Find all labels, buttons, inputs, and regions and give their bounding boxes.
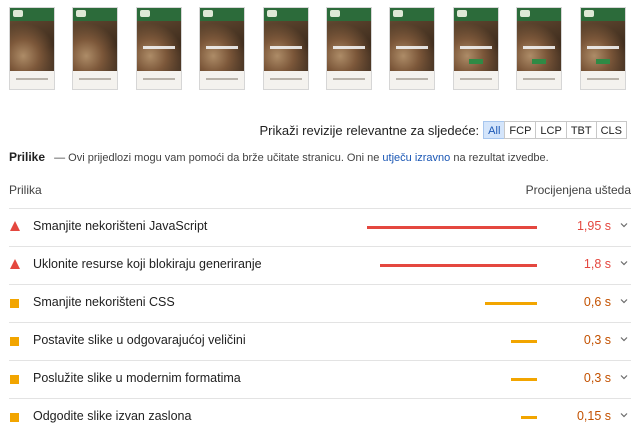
savings-bar xyxy=(521,416,537,419)
frame-logo xyxy=(13,10,23,17)
filmstrip-frame xyxy=(579,7,626,90)
filter-label: Prikaži revizije relevantne za sljedeće: xyxy=(259,122,480,138)
savings-value: 0,3 s xyxy=(583,371,611,385)
filmstrip-frame xyxy=(72,7,119,90)
filmstrip-frame xyxy=(9,7,55,90)
opportunity-row[interactable]: Postavite slike u odgovarajućoj veličini… xyxy=(9,322,631,360)
savings-value: 0,3 s xyxy=(583,333,611,347)
frame-title xyxy=(459,46,492,49)
filter-chip-cls[interactable]: CLS xyxy=(595,121,627,139)
opportunity-row[interactable]: Smanjite nekorišteni CSS 0,6 s xyxy=(9,284,631,322)
frame-logo xyxy=(583,10,594,17)
frame-cta xyxy=(595,59,610,64)
filter-chip-all[interactable]: All xyxy=(483,121,506,139)
opportunity-title: Uklonite resurse koji blokiraju generira… xyxy=(33,257,262,271)
frame-logo xyxy=(139,10,150,17)
frame-footer xyxy=(10,71,54,89)
savings-bar xyxy=(511,378,537,381)
average-square-icon xyxy=(10,375,19,384)
section-description-prefix: — Ovi prijedlozi mogu vam pomoći da brže… xyxy=(54,152,383,164)
average-square-icon xyxy=(10,299,19,308)
frame-title xyxy=(523,46,556,49)
savings-bar xyxy=(485,302,537,305)
frame-title xyxy=(586,46,619,49)
section-title: Prilike xyxy=(9,150,46,164)
frame-footer xyxy=(517,71,562,89)
filmstrip-frame xyxy=(389,7,436,90)
opportunity-title: Smanjite nekorišteni JavaScript xyxy=(33,219,208,233)
frame-logo xyxy=(520,10,531,17)
frame-footer xyxy=(580,71,625,89)
filmstrip-frame xyxy=(452,7,499,90)
opportunities-header: Prilike — Ovi prijedlozi mogu vam pomoći… xyxy=(9,150,627,164)
chevron-down-icon[interactable] xyxy=(619,220,629,230)
learn-more-link[interactable]: utječu izravno xyxy=(382,152,450,164)
audit-filter: Prikaži revizije relevantne za sljedeće:… xyxy=(260,121,627,139)
frame-footer xyxy=(327,71,371,89)
table-header: Prilika Procijenjena ušteda xyxy=(9,183,631,197)
savings-value: 0,15 s xyxy=(576,409,611,423)
filter-chips: All FCP LCP TBT CLS xyxy=(483,121,627,139)
savings-bar xyxy=(380,264,537,267)
column-estimated-savings: Procijenjena ušteda xyxy=(525,183,631,197)
filmstrip-frame xyxy=(516,7,563,90)
savings-value: 0,6 s xyxy=(583,295,611,309)
fail-triangle-icon xyxy=(10,259,20,269)
frame-footer xyxy=(73,71,118,89)
filter-chip-lcp[interactable]: LCP xyxy=(535,121,567,139)
chevron-down-icon[interactable] xyxy=(619,372,629,382)
opportunity-list: Smanjite nekorišteni JavaScript 1,95 s Ukl… xyxy=(9,208,631,436)
opportunity-row[interactable]: Uklonite resurse koji blokiraju generira… xyxy=(9,246,631,284)
filmstrip-frame xyxy=(199,7,246,90)
frame-logo xyxy=(266,10,277,17)
opportunity-title: Smanjite nekorišteni CSS xyxy=(33,295,175,309)
filmstrip xyxy=(9,7,631,91)
frame-logo xyxy=(203,10,214,17)
savings-bar xyxy=(367,226,537,229)
column-opportunity: Prilika xyxy=(9,183,42,197)
savings-value: 1,95 s xyxy=(576,219,611,233)
opportunity-row[interactable]: Odgodite slike izvan zaslona 0,15 s xyxy=(9,398,631,436)
frame-logo xyxy=(330,10,340,17)
frame-title xyxy=(396,46,429,49)
frame-title xyxy=(142,46,175,49)
opportunity-row[interactable]: Smanjite nekorišteni JavaScript 1,95 s xyxy=(9,208,631,246)
filter-chip-tbt[interactable]: TBT xyxy=(565,121,597,139)
frame-title xyxy=(269,46,302,49)
frame-footer xyxy=(390,71,435,89)
opportunity-title: Poslužite slike u modernim formatima xyxy=(33,371,241,385)
chevron-down-icon[interactable] xyxy=(619,296,629,306)
savings-bar xyxy=(511,340,537,343)
fail-triangle-icon xyxy=(10,221,20,231)
average-square-icon xyxy=(10,413,19,422)
chevron-down-icon[interactable] xyxy=(619,258,629,268)
opportunity-title: Odgodite slike izvan zaslona xyxy=(33,409,192,423)
frame-title xyxy=(206,46,239,49)
savings-value: 1,8 s xyxy=(583,257,611,271)
chevron-down-icon[interactable] xyxy=(619,334,629,344)
frame-hero-image xyxy=(10,21,54,71)
frame-title xyxy=(333,46,365,49)
frame-footer xyxy=(453,71,498,89)
frame-hero-image xyxy=(73,21,118,71)
frame-logo xyxy=(456,10,467,17)
section-description-suffix: na rezultat izvedbe. xyxy=(450,152,549,164)
frame-logo xyxy=(393,10,404,17)
chevron-down-icon[interactable] xyxy=(619,410,629,420)
filmstrip-frame xyxy=(135,7,182,90)
frame-cta xyxy=(532,59,547,64)
opportunity-title: Postavite slike u odgovarajućoj veličini xyxy=(33,333,246,347)
average-square-icon xyxy=(10,337,19,346)
frame-cta xyxy=(468,59,483,64)
frame-footer xyxy=(136,71,181,89)
frame-footer xyxy=(200,71,245,89)
frame-logo xyxy=(76,10,87,17)
frame-footer xyxy=(263,71,308,89)
filmstrip-frame xyxy=(262,7,309,90)
opportunity-row[interactable]: Poslužite slike u modernim formatima 0,3 … xyxy=(9,360,631,398)
filmstrip-frame xyxy=(326,7,372,90)
filter-chip-fcp[interactable]: FCP xyxy=(504,121,537,139)
